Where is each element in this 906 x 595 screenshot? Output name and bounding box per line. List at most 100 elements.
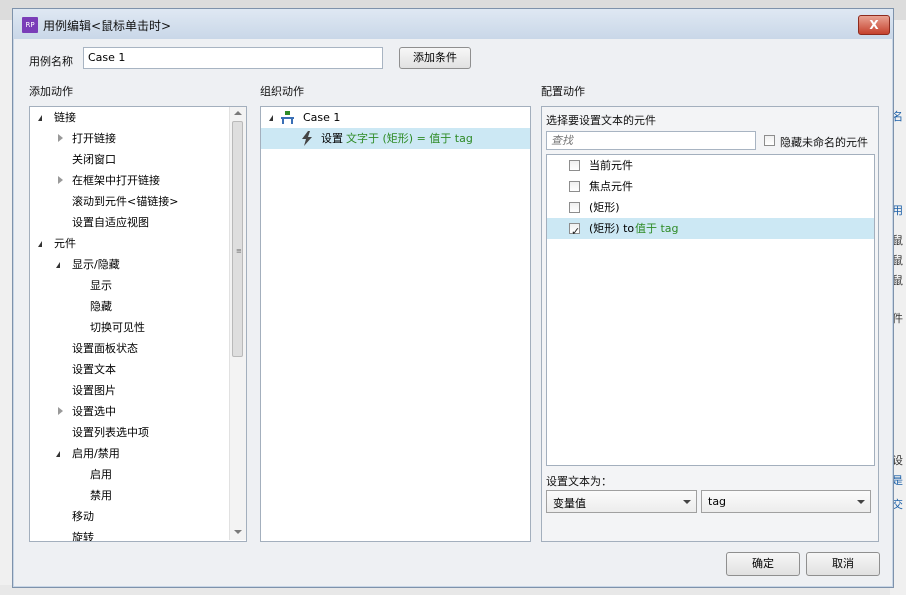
- action-tree-item[interactable]: 设置列表选中项: [30, 422, 229, 443]
- expand-open-icon[interactable]: [56, 451, 60, 457]
- action-tree-item-label: 启用/禁用: [72, 447, 120, 460]
- action-tree-item[interactable]: 启用: [30, 464, 229, 485]
- scroll-up-arrow-icon[interactable]: [234, 111, 242, 115]
- action-tree-item[interactable]: 打开链接: [30, 128, 229, 149]
- title-bar: RP 用例编辑<鼠标单击时> X: [13, 9, 893, 39]
- cancel-button[interactable]: 取消: [806, 552, 880, 576]
- scroll-thumb[interactable]: ≡: [232, 121, 243, 357]
- lightning-icon: [302, 131, 312, 146]
- expand-open-icon[interactable]: [38, 241, 42, 247]
- chevron-down-icon: [857, 500, 865, 504]
- action-tree-item[interactable]: 切换可见性: [30, 317, 229, 338]
- action-tree-item[interactable]: 移动: [30, 506, 229, 527]
- action-tree-item-label: 切换可见性: [90, 321, 145, 334]
- action-tree-item[interactable]: 设置文本: [30, 359, 229, 380]
- action-tree-item[interactable]: 设置图片: [30, 380, 229, 401]
- widget-list-item[interactable]: 焦点元件: [547, 176, 874, 197]
- expand-closed-icon[interactable]: [58, 134, 63, 142]
- add-condition-button[interactable]: 添加条件: [399, 47, 471, 69]
- text-type-value: 变量值: [553, 497, 586, 510]
- expand-open-icon[interactable]: [38, 115, 42, 121]
- action-tree-item[interactable]: 设置面板状态: [30, 338, 229, 359]
- variable-select[interactable]: tag: [701, 490, 871, 513]
- dialog-title: 用例编辑<鼠标单击时>: [43, 19, 172, 33]
- action-tree-item-label: 链接: [54, 111, 76, 124]
- set-text-label: 设置文本为：: [546, 475, 612, 488]
- case-name-input[interactable]: Case 1: [83, 47, 383, 69]
- action-tree-item[interactable]: 设置选中: [30, 401, 229, 422]
- action-detail: 文字于 (矩形) = 值于 tag: [346, 132, 473, 145]
- case-name-label: 用例名称: [29, 55, 73, 68]
- action-tree-item-label: 设置面板状态: [72, 342, 138, 355]
- action-tree-item-label: 设置列表选中项: [72, 426, 149, 439]
- action-tree-item-label: 设置图片: [72, 384, 116, 397]
- add-actions-scrollbar[interactable]: ≡: [229, 107, 246, 540]
- configure-actions-panel: 选择要设置文本的元件 隐藏未命名的元件 当前元件焦点元件 (矩形) ✓ (矩形) to…: [541, 106, 879, 542]
- action-prefix: 设置: [321, 132, 343, 145]
- action-tree-item[interactable]: 显示/隐藏: [30, 254, 229, 275]
- case-editor-dialog: RP 用例编辑<鼠标单击时> X 用例名称 Case 1 添加条件 添加动作 链…: [12, 8, 894, 588]
- widget-label: (矩形) to: [589, 222, 635, 235]
- add-actions-header: 添加动作: [29, 85, 73, 98]
- expand-closed-icon[interactable]: [58, 407, 63, 415]
- action-tree-item[interactable]: 在框架中打开链接: [30, 170, 229, 191]
- expand-closed-icon[interactable]: [58, 176, 63, 184]
- action-tree-item-label: 在框架中打开链接: [72, 174, 160, 187]
- action-tree-item[interactable]: 隐藏: [30, 296, 229, 317]
- widget-search-input[interactable]: [546, 131, 756, 150]
- widget-list[interactable]: 当前元件 焦点元件 (矩形) ✓ (矩形) to 值于 tag: [546, 154, 875, 466]
- widget-list-item[interactable]: 当前元件: [547, 155, 874, 176]
- action-tree-item[interactable]: 滚动到元件<锚链接>: [30, 191, 229, 212]
- variable-value: tag: [708, 495, 727, 508]
- widget-label: 当前元件: [589, 159, 633, 172]
- action-tree-item-label: 显示/隐藏: [72, 258, 120, 271]
- action-tree-item-label: 打开链接: [72, 132, 116, 145]
- action-tree-item-label: 移动: [72, 510, 94, 523]
- action-tree-item-label: 设置自适应视图: [72, 216, 149, 229]
- action-tree-item[interactable]: 旋转: [30, 527, 229, 541]
- action-tree-item[interactable]: 设置自适应视图: [30, 212, 229, 233]
- widget-checkbox[interactable]: [569, 181, 580, 192]
- action-tree-item[interactable]: 元件: [30, 233, 229, 254]
- action-tree-item-label: 关闭窗口: [72, 153, 116, 166]
- action-tree-item-label: 滚动到元件<锚链接>: [72, 195, 179, 208]
- widget-list-item[interactable]: ✓ (矩形) to 值于 tag: [547, 218, 874, 239]
- action-tree-item[interactable]: 链接: [30, 107, 229, 128]
- select-widget-label: 选择要设置文本的元件: [546, 114, 656, 127]
- action-tree-item[interactable]: 启用/禁用: [30, 443, 229, 464]
- widget-label: 焦点元件: [589, 180, 633, 193]
- widget-checkbox[interactable]: ✓: [569, 223, 580, 238]
- organize-actions-header: 组织动作: [260, 85, 304, 98]
- action-tree-item-label: 设置选中: [72, 405, 116, 418]
- add-actions-tree[interactable]: 链接打开链接关闭窗口在框架中打开链接滚动到元件<锚链接> 设置自适应视图元件显示/…: [29, 106, 247, 542]
- close-button[interactable]: X: [858, 15, 890, 35]
- widget-label: (矩形): [589, 201, 620, 214]
- action-tree-item-label: 启用: [90, 468, 112, 481]
- widget-list-item[interactable]: (矩形): [547, 197, 874, 218]
- action-tree-item[interactable]: 显示: [30, 275, 229, 296]
- action-tree-item[interactable]: 禁用: [30, 485, 229, 506]
- hide-unnamed-label: 隐藏未命名的元件: [780, 136, 868, 149]
- action-row[interactable]: 设置 文字于 (矩形) = 值于 tag: [261, 128, 530, 149]
- widget-checkbox[interactable]: [569, 160, 580, 171]
- hide-unnamed-checkbox[interactable]: [764, 135, 775, 146]
- chevron-down-icon: [683, 500, 691, 504]
- organize-actions-tree[interactable]: Case 1 设置 文字于 (矩形) = 值于 tag: [260, 106, 531, 542]
- action-tree-item-label: 元件: [54, 237, 76, 250]
- text-type-select[interactable]: 变量值: [546, 490, 697, 513]
- expand-open-icon[interactable]: [56, 262, 60, 268]
- action-tree-item-label: 显示: [90, 279, 112, 292]
- checkmark-icon: ✓: [571, 225, 581, 238]
- ok-button[interactable]: 确定: [726, 552, 800, 576]
- scroll-down-arrow-icon[interactable]: [234, 530, 242, 534]
- action-tree-item-label: 设置文本: [72, 363, 116, 376]
- case-label: Case 1: [303, 111, 341, 124]
- axure-app-icon: RP: [22, 17, 38, 33]
- case-row[interactable]: Case 1: [261, 107, 530, 128]
- case-icon: [281, 111, 294, 124]
- action-tree-item[interactable]: 关闭窗口: [30, 149, 229, 170]
- widget-checkbox[interactable]: [569, 202, 580, 213]
- configure-actions-header: 配置动作: [541, 85, 585, 98]
- grip-icon: ≡: [236, 247, 242, 255]
- expand-open-icon[interactable]: [269, 115, 273, 121]
